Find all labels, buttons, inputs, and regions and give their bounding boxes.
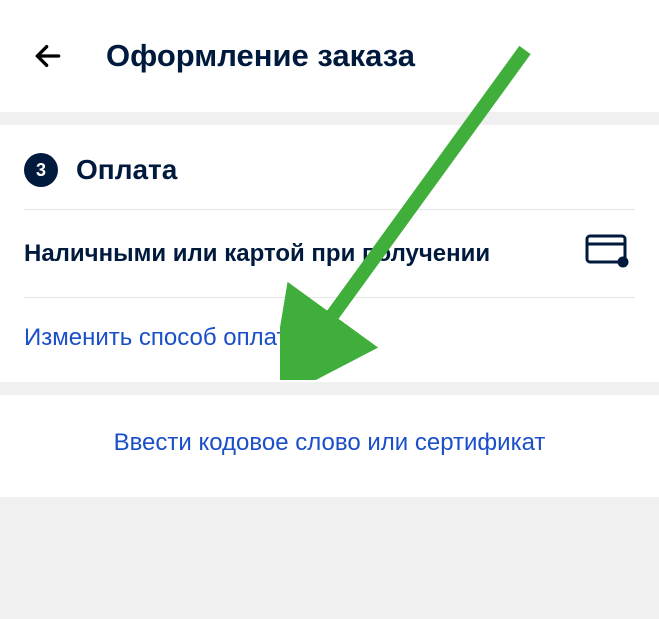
section-title: Оплата (76, 154, 177, 186)
payment-section: 3 Оплата Наличными или картой при получе… (0, 125, 659, 382)
certificate-link[interactable]: Ввести кодовое слово или сертификат (114, 429, 546, 456)
payment-method-text: Наличными или картой при получении (24, 235, 490, 272)
section-header: 3 Оплата (0, 125, 659, 209)
payment-method-row[interactable]: Наличными или картой при получении (0, 210, 659, 297)
step-badge: 3 (24, 153, 58, 187)
card-icon (585, 234, 629, 273)
change-payment-row: Изменить способ оплаты (0, 298, 659, 382)
back-arrow-icon[interactable] (28, 36, 68, 76)
page-title: Оформление заказа (106, 38, 415, 74)
change-payment-link[interactable]: Изменить способ оплаты (24, 324, 305, 351)
certificate-section: Ввести кодовое слово или сертификат (0, 395, 659, 497)
app-header: Оформление заказа (0, 0, 659, 112)
